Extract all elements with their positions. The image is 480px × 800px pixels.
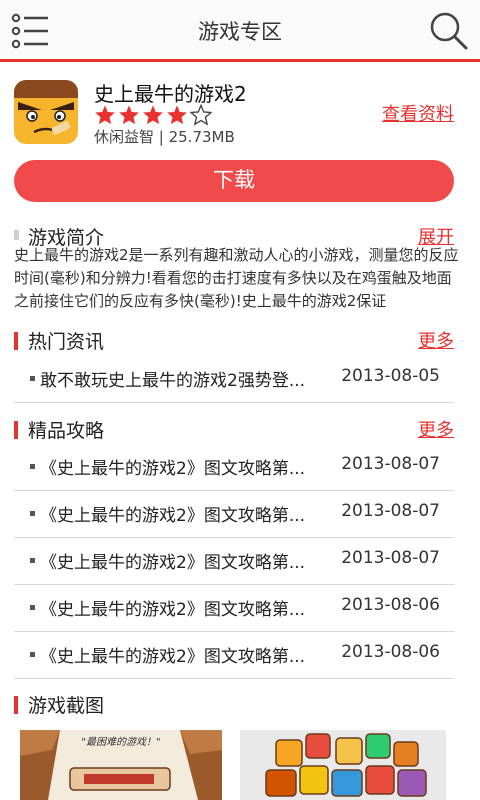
news-date: 2013-08-05	[341, 366, 440, 386]
menu-list-icon	[11, 13, 48, 49]
guides-section-header: 精品攻略 更多	[0, 415, 480, 445]
game-screenshot-1[interactable]: "最困难的游戏！"	[20, 730, 222, 800]
download-button[interactable]: 下载	[14, 160, 454, 202]
star-empty-icon	[190, 104, 212, 126]
app-icon[interactable]	[14, 80, 78, 144]
bullet-icon	[30, 464, 35, 469]
star-filled-icon	[119, 105, 139, 125]
news-row[interactable]: 敢不敢玩史上最牛的游戏2强势登... 2013-08-05	[14, 355, 454, 402]
guide-date: 2013-08-07	[341, 454, 440, 474]
divider	[14, 402, 454, 403]
guide-title-text: 《史上最牛的游戏2》图文攻略第...	[40, 647, 306, 667]
app-name: 史上最牛的游戏2	[94, 82, 247, 106]
guide-title-text: 《史上最牛的游戏2》图文攻略第...	[40, 553, 306, 573]
section-marker	[14, 332, 18, 350]
section-marker	[14, 230, 19, 240]
page-title: 游戏专区	[198, 20, 282, 44]
bullet-icon	[30, 652, 35, 657]
search-icon	[430, 12, 468, 50]
guide-date: 2013-08-07	[341, 548, 440, 568]
star-filled-icon	[95, 105, 115, 125]
guide-row[interactable]: 《史上最牛的游戏2》图文攻略第... 2013-08-07	[14, 490, 454, 537]
bullet-icon	[30, 511, 35, 516]
guide-date: 2013-08-06	[341, 642, 440, 662]
bullet-icon	[30, 605, 35, 610]
news-section-header: 热门资讯 更多	[0, 326, 480, 356]
star-filled-icon	[167, 105, 187, 125]
app-category-size: 休闲益智 | 25.73MB	[94, 128, 235, 146]
view-details-link[interactable]: 查看资料	[382, 100, 454, 126]
rating-stars	[94, 104, 212, 128]
guides-title: 精品攻略	[28, 420, 105, 442]
guide-row[interactable]: 《史上最牛的游戏2》图文攻略第... 2013-08-07	[14, 443, 454, 490]
guide-title-text: 《史上最牛的游戏2》图文攻略第...	[40, 459, 306, 479]
divider	[14, 678, 454, 679]
screenshot-caption: "最困难的游戏！"	[81, 736, 160, 748]
menu-button[interactable]	[10, 12, 52, 50]
guide-date: 2013-08-07	[341, 501, 440, 521]
news-more-link[interactable]: 更多	[418, 327, 454, 353]
guides-more-link[interactable]: 更多	[418, 416, 454, 442]
guide-date: 2013-08-06	[341, 595, 440, 615]
top-bar: 游戏专区	[0, 0, 480, 62]
screenshots-title: 游戏截图	[28, 695, 105, 717]
screenshot-image: "最困难的游戏！"	[20, 730, 222, 800]
guide-row[interactable]: 《史上最牛的游戏2》图文攻略第... 2013-08-07	[14, 537, 454, 584]
bullet-icon	[30, 376, 35, 381]
intro-text: 史上最牛的游戏2是一系列有趣和激动人心的小游戏，测量您的反应时间(毫秒)和分辨力…	[14, 246, 459, 310]
app-info-panel: 史上最牛的游戏2 休闲益智 | 25.73MB 查看资料	[0, 62, 480, 162]
game-screenshot-2[interactable]	[240, 730, 446, 800]
news-title-text: 敢不敢玩史上最牛的游戏2强势登...	[40, 371, 306, 391]
news-title: 热门资讯	[28, 331, 105, 353]
section-marker	[14, 421, 18, 439]
guide-row[interactable]: 《史上最牛的游戏2》图文攻略第... 2013-08-06	[14, 631, 454, 678]
screenshot-image	[240, 730, 446, 800]
section-marker	[14, 696, 18, 714]
screenshots-section-header: 游戏截图	[0, 690, 480, 720]
guide-title-text: 《史上最牛的游戏2》图文攻略第...	[40, 600, 306, 620]
guide-row[interactable]: 《史上最牛的游戏2》图文攻略第... 2013-08-06	[14, 584, 454, 631]
angry-face-game-icon	[14, 80, 78, 144]
star-filled-icon	[143, 105, 163, 125]
bullet-icon	[30, 558, 35, 563]
search-button[interactable]	[428, 10, 470, 52]
guide-title-text: 《史上最牛的游戏2》图文攻略第...	[40, 506, 306, 526]
